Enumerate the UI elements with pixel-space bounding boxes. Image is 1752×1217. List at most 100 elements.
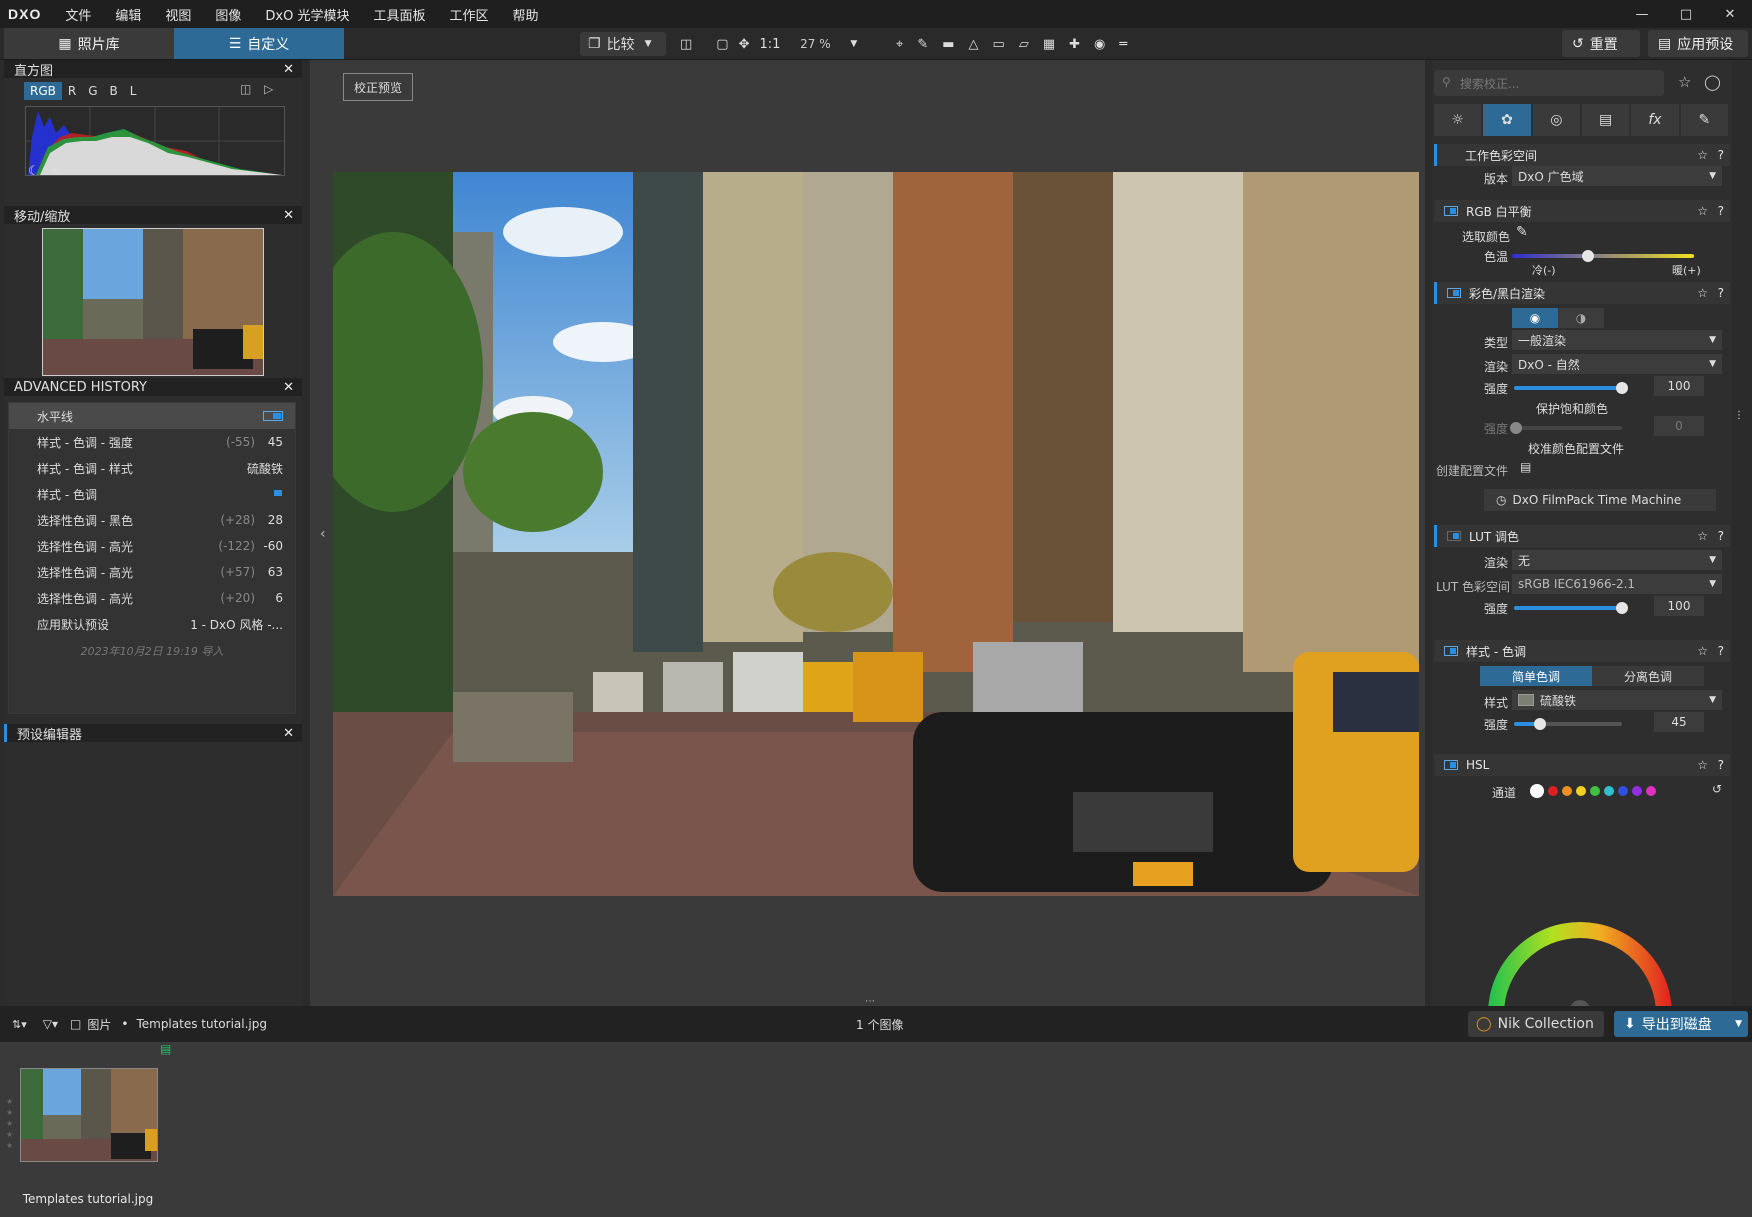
hsl-channel-swatch[interactable] <box>1562 786 1572 796</box>
moon-icon[interactable]: ☾ <box>28 164 40 179</box>
section-toggle[interactable] <box>1444 760 1458 770</box>
chevron-down-icon[interactable]: ▼ <box>645 39 652 49</box>
protect-strength-knob[interactable] <box>1510 422 1522 434</box>
close-icon[interactable]: ✕ <box>283 62 294 77</box>
lut-strength-value[interactable]: 100 <box>1654 596 1704 616</box>
lut-space-dropdown[interactable]: sRGB IEC61966-2.1 <box>1512 574 1722 594</box>
help-icon[interactable]: ? <box>1718 148 1724 162</box>
star-icon[interactable]: ☆ <box>1697 529 1708 543</box>
lut-header[interactable]: LUT 调色 ☆ ? <box>1434 525 1730 547</box>
star-icon[interactable]: ★ <box>6 1140 13 1151</box>
hsl-color-wheel[interactable] <box>1480 914 1680 1014</box>
tone-strength-slider[interactable] <box>1514 718 1622 730</box>
tab-simple-toning[interactable]: 简单色调 <box>1480 666 1592 686</box>
version-dropdown[interactable]: DxO 广色域 <box>1512 166 1722 186</box>
star-icon[interactable]: ★ <box>6 1129 13 1140</box>
white-balance-picker-icon[interactable]: ✎ <box>917 32 928 56</box>
export-to-disk-button[interactable]: ⬇ 导出到磁盘 ▼ <box>1614 1011 1748 1037</box>
tab-detail-icon[interactable]: ◎ <box>1532 104 1580 136</box>
tab-light-icon[interactable]: ☼ <box>1434 104 1482 136</box>
channel-l[interactable]: L <box>124 82 143 100</box>
history-row[interactable]: 应用默认预设 1 - DxO 风格 -... <box>9 611 295 637</box>
repair-icon[interactable]: ✚ <box>1069 32 1080 56</box>
tab-photo-library[interactable]: ▦ 照片库 <box>4 28 174 59</box>
temperature-knob[interactable] <box>1582 250 1594 262</box>
hsl-channel-swatch[interactable] <box>1632 786 1642 796</box>
hsl-channel-swatch[interactable] <box>1604 786 1614 796</box>
hsl-channel-swatch[interactable] <box>1548 786 1558 796</box>
close-icon[interactable]: ✕ <box>283 380 294 395</box>
channel-rgb[interactable]: RGB <box>24 82 62 100</box>
close-icon[interactable]: ✕ <box>283 726 294 741</box>
color-rendering-header[interactable]: 彩色/黑白渲染 ☆ ? <box>1434 282 1730 304</box>
star-icon[interactable]: ☆ <box>1697 286 1708 300</box>
hsl-channel-swatch[interactable] <box>1576 786 1586 796</box>
menu-view[interactable]: 视图 <box>153 5 203 24</box>
star-icon[interactable]: ☆ <box>1697 644 1708 658</box>
bw-mode-icon[interactable]: ◑ <box>1558 308 1604 328</box>
channel-r[interactable]: R <box>62 82 82 100</box>
close-icon[interactable]: ✕ <box>1708 0 1752 28</box>
channel-g[interactable]: G <box>82 82 103 100</box>
help-icon[interactable]: ? <box>1718 644 1724 658</box>
color-mode-icon[interactable]: ◉ <box>1512 308 1558 328</box>
help-icon[interactable]: ? <box>1718 529 1724 543</box>
nik-collection-button[interactable]: ◯ Nik Collection <box>1468 1011 1604 1037</box>
strength-slider-knob[interactable] <box>1616 382 1628 394</box>
horizon-icon[interactable]: ▬ <box>942 32 954 56</box>
lut-strength-slider[interactable] <box>1514 602 1628 614</box>
perspective-8pt-icon[interactable]: ▱ <box>1019 32 1029 56</box>
reset-button[interactable]: ↺ 重置 <box>1562 30 1640 57</box>
tab-effects-icon[interactable]: fx <box>1631 104 1679 136</box>
filmstrip-thumbnail[interactable] <box>20 1068 158 1162</box>
star-icon[interactable]: ☆ <box>1697 148 1708 162</box>
sun-icon[interactable]: ☀ <box>48 163 61 179</box>
zoom-dropdown-icon[interactable]: ▼ <box>850 32 857 56</box>
chevron-down-icon[interactable]: ▼ <box>1735 1019 1742 1029</box>
sort-icon[interactable]: ⇅▾ <box>12 1018 27 1031</box>
grid-tool-icon[interactable]: ▦ <box>1043 32 1055 56</box>
type-dropdown[interactable]: 一般渲染 <box>1512 330 1722 350</box>
history-row[interactable]: 选择性色调 - 高光 (+57) 63 <box>9 559 295 585</box>
reset-hsl-icon[interactable]: ↺ <box>1712 782 1722 796</box>
perspective-icon[interactable]: △ <box>969 32 979 56</box>
rgb-white-balance-header[interactable]: RGB 白平衡 ☆ ? <box>1434 200 1730 222</box>
navigator-thumbnail[interactable] <box>42 228 264 376</box>
tone-strength-knob[interactable] <box>1534 718 1546 730</box>
menu-edit[interactable]: 编辑 <box>103 5 153 24</box>
history-row[interactable]: 样式 - 色调 - 样式 硫酸铁 <box>9 455 295 481</box>
softproof-icon[interactable]: ▷ <box>264 82 273 96</box>
move-icon[interactable]: ✥ <box>739 32 750 56</box>
split-view-icon[interactable]: ◫ <box>680 32 692 56</box>
close-icon[interactable]: ✕ <box>283 208 294 223</box>
history-row[interactable]: 样式 - 色调 <box>9 481 295 507</box>
history-row[interactable]: 选择性色调 - 黑色 (+28) 28 <box>9 507 295 533</box>
tab-split-toning[interactable]: 分离色调 <box>1592 666 1704 686</box>
filmpack-button[interactable]: ◷ DxO FilmPack Time Machine <box>1484 489 1716 511</box>
tab-local-icon[interactable]: ✎ <box>1680 104 1728 136</box>
minimize-icon[interactable]: — <box>1620 0 1664 28</box>
hsl-channel-swatch[interactable] <box>1618 786 1628 796</box>
hsl-header[interactable]: HSL ☆ ? <box>1434 754 1730 776</box>
tab-color-icon[interactable]: ✿ <box>1483 104 1531 136</box>
history-row[interactable]: 样式 - 色调 - 强度 (-55) 45 <box>9 429 295 455</box>
lut-strength-knob[interactable] <box>1616 602 1628 614</box>
filter-icon[interactable]: ▽▾ <box>43 1017 58 1031</box>
hsl-channel-swatch[interactable] <box>1646 786 1656 796</box>
style-dropdown[interactable]: 硫酸铁 <box>1512 690 1722 710</box>
correction-preview-button[interactable]: 校正预览 <box>343 73 413 101</box>
favorite-star-icon[interactable]: ☆ <box>1678 73 1691 91</box>
lut-render-dropdown[interactable]: 无 <box>1512 550 1722 570</box>
collapse-left-icon[interactable]: ‹ <box>320 526 326 542</box>
star-icon[interactable]: ★ <box>6 1096 13 1107</box>
guides-icon[interactable]: ═ <box>1119 32 1127 56</box>
folder-name[interactable]: 图片 <box>87 1016 111 1033</box>
compare-button[interactable]: ❐ 比较 ▼ <box>580 32 666 56</box>
zoom-value[interactable]: 27 % <box>790 33 840 55</box>
protect-strength-value[interactable]: 0 <box>1654 416 1704 436</box>
channel-b[interactable]: B <box>104 82 124 100</box>
eyedropper-icon[interactable]: ✎ <box>1516 224 1528 240</box>
scrollbar-dots[interactable]: ⋮ <box>1734 410 1744 421</box>
eye-icon[interactable]: ◉ <box>1094 32 1105 56</box>
history-row[interactable]: 选择性色调 - 高光 (+20) 6 <box>9 585 295 611</box>
